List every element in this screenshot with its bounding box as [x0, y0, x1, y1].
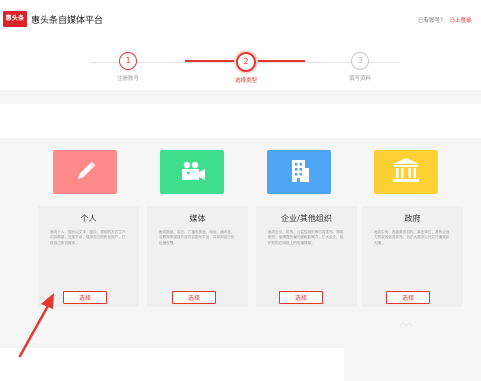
- login-link[interactable]: 马上登录: [450, 18, 472, 24]
- enterprise-tile[interactable]: [267, 150, 331, 194]
- video-camera-icon: [182, 161, 205, 180]
- media-tile[interactable]: [160, 150, 224, 194]
- individual-tile[interactable]: [53, 150, 117, 194]
- step-register-account: 1 注册账号: [98, 52, 158, 82]
- select-media-button[interactable]: 选择: [172, 291, 216, 304]
- government-tile[interactable]: [374, 150, 438, 194]
- select-enterprise-button[interactable]: 选择: [279, 291, 323, 304]
- card-title: 个人: [80, 214, 97, 223]
- card-title: 企业/其他组织: [281, 214, 332, 223]
- step-fill-info: 3 填写资料: [330, 52, 390, 82]
- top-bar: 惠头条 惠头条自媒体平台 已有账号？ 马上登录: [0, 0, 481, 39]
- step-select-type: 2 选择类型: [216, 52, 276, 84]
- loading-glyph-icon: ◠◠: [400, 322, 413, 330]
- card-description: 面向中央、各级政府机构、事业单位，具有公信力的政务信息发布，为扩大政务公开并打通…: [374, 230, 450, 245]
- card-description: 面向报纸、杂志、广播电视台、电台、通讯社、互联网等媒体开放内容发布平台，并拿到自…: [159, 230, 235, 245]
- card-title: 媒体: [189, 214, 206, 223]
- step-number: 3: [351, 52, 369, 70]
- footer-edge: [344, 348, 481, 381]
- card-title: 政府: [404, 214, 421, 223]
- step-label: 填写资料: [348, 76, 371, 82]
- step-number: 2: [236, 52, 256, 72]
- app-title: 惠头条自媒体平台: [31, 16, 104, 26]
- app-logo[interactable]: 惠头条: [3, 11, 27, 27]
- building-icon: [292, 160, 309, 182]
- step-label: 选择类型: [234, 78, 257, 84]
- step-number: 1: [119, 52, 137, 70]
- card-description: 面向个人，擅长以文字、图片、视频的方式生产内容期望，互惠平台，保持自己的粉丝用户…: [50, 230, 126, 245]
- card-description: 面向企业、机构、公益性组织等内容发布，帮助组织、品牌提升曝光度和影响力，扩大企业…: [268, 230, 344, 245]
- select-individual-button[interactable]: 选择: [63, 291, 107, 304]
- government-building-icon: [393, 158, 419, 182]
- pencil-icon: [77, 161, 96, 180]
- step-label: 注册账号: [116, 76, 139, 82]
- section-divider: [0, 104, 481, 138]
- account-prompt-text: 已有账号？: [418, 18, 446, 24]
- login-prompt: 已有账号？ 马上登录: [418, 16, 472, 24]
- select-government-button[interactable]: 选择: [386, 291, 430, 304]
- footer-panel: [0, 348, 344, 381]
